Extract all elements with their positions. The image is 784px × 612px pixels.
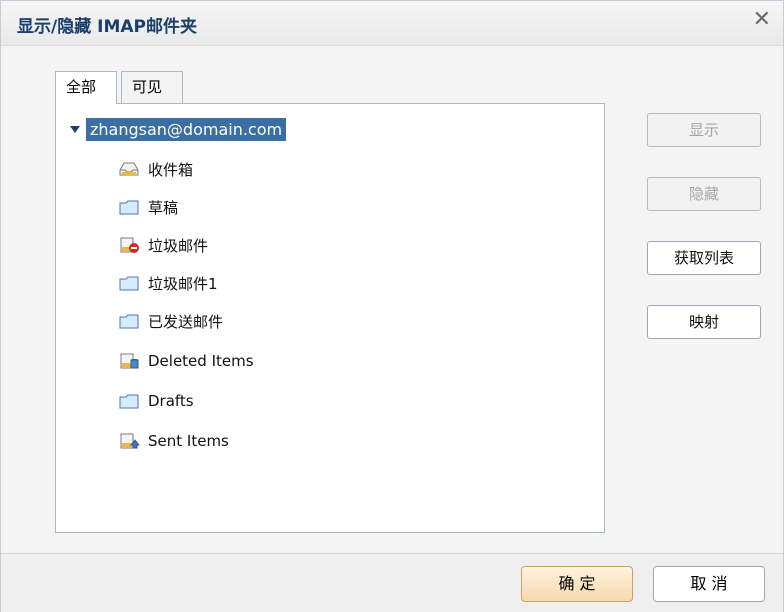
map-button[interactable]: 映射 [647, 305, 761, 339]
tree-item[interactable]: 草稿 [118, 194, 178, 220]
show-button[interactable]: 显示 [647, 113, 761, 147]
inbox-icon [118, 160, 140, 178]
folder-icon [118, 392, 140, 410]
ok-button[interactable]: 确 定 [521, 566, 633, 602]
sent-icon [118, 432, 140, 450]
tree-item-label: Sent Items [148, 432, 229, 450]
tree-item-label: Deleted Items [148, 352, 254, 370]
tree-item[interactable]: 垃圾邮件 [118, 232, 208, 258]
tree-root-account[interactable]: zhangsan@domain.com [70, 116, 287, 142]
trash-icon [118, 352, 140, 370]
folder-tree-panel: zhangsan@domain.com 收件箱 草稿 垃圾邮件 垃圾邮件1 已发… [55, 103, 605, 533]
folder-icon [118, 274, 140, 292]
tree-item[interactable]: 垃圾邮件1 [118, 270, 218, 296]
expand-arrow-icon[interactable] [70, 125, 80, 133]
folder-icon [118, 198, 140, 216]
tree-item[interactable]: 已发送邮件 [118, 308, 223, 334]
tab-all[interactable]: 全部 [55, 71, 117, 104]
imap-folder-dialog: 显示/隐藏 IMAP邮件夹 ✕ 全部 可见 zhangsan@domain.co… [0, 0, 784, 612]
tree-item-label: 垃圾邮件 [148, 236, 209, 255]
tree-item[interactable]: Sent Items [118, 428, 229, 454]
tree-item-label: 草稿 [148, 198, 179, 217]
close-icon[interactable]: ✕ [753, 7, 771, 32]
hide-button[interactable]: 隐藏 [647, 177, 761, 211]
tree-item-label: Drafts [148, 392, 194, 410]
folder-icon [118, 312, 140, 330]
tree-item[interactable]: Drafts [118, 388, 194, 414]
account-label: zhangsan@domain.com [86, 117, 287, 141]
footer-bar: 确 定 取 消 [1, 553, 783, 612]
tree-item[interactable]: 收件箱 [118, 156, 193, 182]
tab-visible[interactable]: 可见 [121, 71, 183, 103]
tree-item-label: 已发送邮件 [148, 312, 224, 331]
tree-item[interactable]: Deleted Items [118, 348, 254, 374]
tree-item-label: 垃圾邮件1 [148, 274, 218, 293]
fetch-list-button[interactable]: 获取列表 [647, 241, 761, 275]
title-bar: 显示/隐藏 IMAP邮件夹 ✕ [1, 1, 783, 46]
junk-icon [118, 236, 140, 254]
dialog-title: 显示/隐藏 IMAP邮件夹 [17, 17, 197, 37]
tree-item-label: 收件箱 [148, 160, 194, 179]
cancel-button[interactable]: 取 消 [653, 566, 765, 602]
